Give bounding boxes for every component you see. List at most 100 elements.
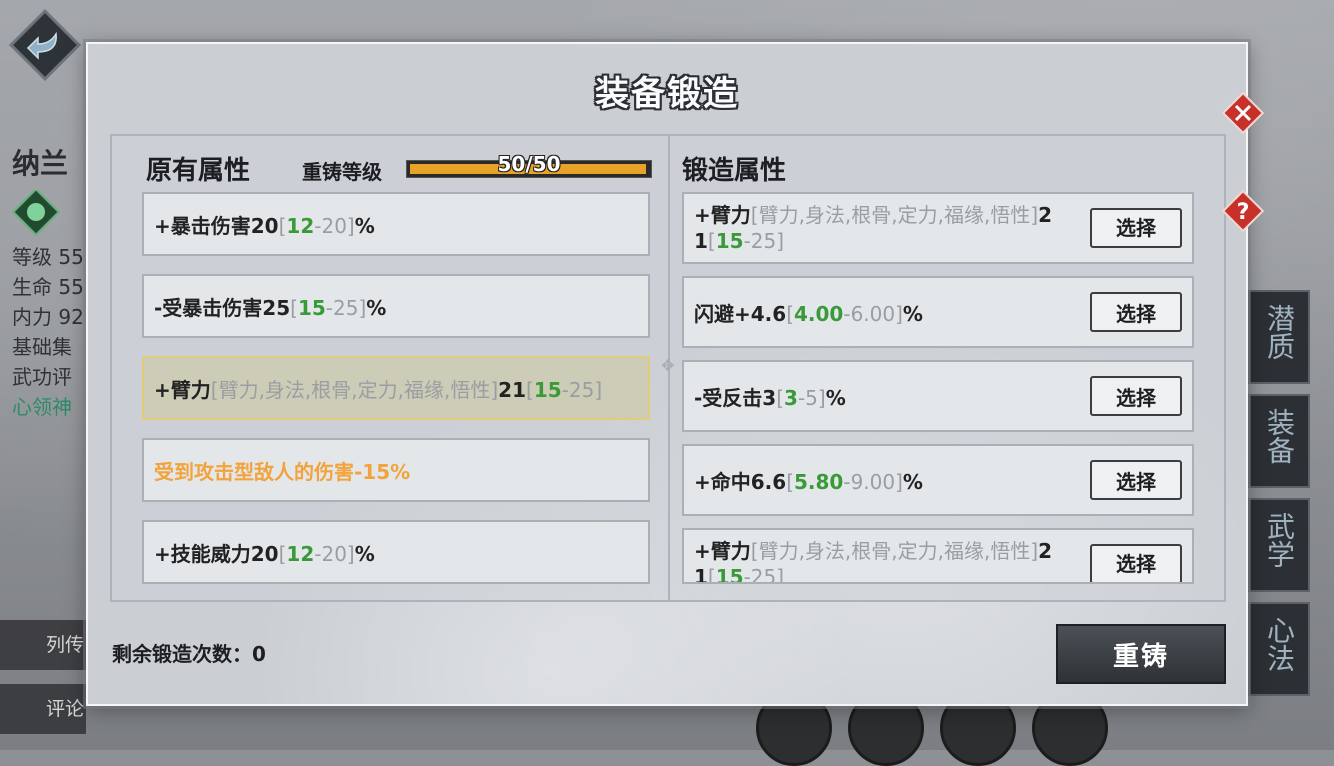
range-max: 9.00 [850,469,896,494]
fist-icon [12,190,61,236]
original-attribute[interactable]: +暴击伤害20[12-20]% [142,192,650,256]
forge-dialog: 装备锻造 ✥ 原有属性 重铸等级 50/50 +暴击伤害20[12-20]% -受… [86,42,1248,706]
help-icon[interactable]: ? [1220,188,1266,234]
range-bracket: [ [707,229,716,253]
side-tab-2[interactable]: 武学 [1248,498,1310,592]
attribute-text: +暴击伤害20[12-20]% [154,210,638,239]
range-min: 3 [784,385,798,410]
range-bracket: ] [817,385,826,410]
range-max: 5 [805,385,818,410]
side-tab-label: 心法 [1263,616,1296,672]
attr-value: 2 [1038,539,1053,563]
attr-value: 21 [498,377,527,402]
range-min: 12 [286,541,315,566]
stat-line: 心领神 [12,395,72,419]
attr-prefix: +暴击伤害20 [154,213,279,238]
close-icon[interactable] [1220,90,1266,136]
attr-options: [臂力,身法,根骨,定力,福缘,悟性] [750,539,1039,563]
tab-comments[interactable]: 评论 [0,684,86,734]
range-bracket: [ [786,301,794,326]
range-dash: - [325,295,334,320]
range-bracket: ] [346,541,355,566]
attribute-text: 受到攻击型敌人的伤害-15% [154,456,638,485]
forge-attribute: +臂力[臂力,身法,根骨,定力,福缘,悟性]2 1[15-25] 选择 [682,528,1194,584]
attribute-text: +臂力[臂力,身法,根骨,定力,福缘,悟性]21[15-25] [154,374,638,403]
range-max: 25 [750,565,777,584]
recast-level-bar: 50/50 [406,152,652,178]
forge-attribute: -受反击3[3-5]% 选择 [682,360,1194,432]
range-min: 15 [297,295,326,320]
choose-button[interactable]: 选择 [1090,376,1182,416]
attribute-line: 1[15-25] [694,564,1078,584]
stat-line: 生命 55 [12,275,84,299]
range-max: 20 [321,213,347,238]
forge-attribute: 闪避+4.6[4.00-6.00]% 选择 [682,276,1194,348]
side-tab-3[interactable]: 心法 [1248,602,1310,696]
back-arrow-icon[interactable] [8,8,82,82]
range-max: 25 [750,229,777,253]
side-tab-bar: 潜质 装备 武学 心法 [1248,290,1310,706]
attr-value: 1 [694,565,708,584]
attr-options: [臂力,身法,根骨,定力,福缘,悟性] [210,377,499,402]
range-dash: - [743,565,751,584]
attribute-text: -受暴击伤害25[15-25]% [154,292,638,321]
forge-attribute: +臂力[臂力,身法,根骨,定力,福缘,悟性]2 1[15-25] 选择 [682,192,1194,264]
stat-line: 等级 55 [12,245,84,269]
range-bracket: [ [526,377,534,402]
choose-button[interactable]: 选择 [1090,208,1182,248]
range-min: 4.00 [794,301,844,326]
attr-prefix: +命中6.6 [694,469,787,494]
range-bracket: ] [594,377,603,402]
range-bracket: ] [895,469,903,494]
range-bracket: ] [895,301,903,326]
range-min: 15 [715,229,744,253]
range-dash: - [843,469,851,494]
range-min: 12 [286,213,315,238]
svg-text:?: ? [1237,200,1250,225]
side-tab-label: 装备 [1263,408,1296,464]
attribute-line: 1[15-25] [694,228,1078,254]
character-name: 纳兰 [12,147,69,180]
attr-options: [臂力,身法,根骨,定力,福缘,悟性] [750,203,1039,227]
original-attribute[interactable]: 受到攻击型敌人的伤害-15% [142,438,650,502]
range-max: 25 [333,295,359,320]
range-bracket: [ [786,469,794,494]
choose-button[interactable]: 选择 [1090,460,1182,500]
side-tab-0[interactable]: 潜质 [1248,290,1310,384]
original-heading: 原有属性 [146,156,251,186]
attr-value: 1 [694,229,708,253]
original-attribute[interactable]: +技能威力20[12-20]% [142,520,650,584]
attr-prefix: -受暴击伤害25 [154,295,291,320]
tab-biography[interactable]: 列传 [0,620,86,670]
choose-button[interactable]: 选择 [1090,292,1182,332]
attr-suffix: % [825,385,846,410]
recast-button[interactable]: 重铸 [1056,624,1226,684]
range-dash: - [743,229,751,253]
side-tab-1[interactable]: 装备 [1248,394,1310,488]
range-bracket: ] [776,229,785,253]
original-attribute[interactable]: -受暴击伤害25[15-25]% [142,274,650,338]
range-max: 6.00 [850,301,896,326]
original-attribute[interactable]: +臂力[臂力,身法,根骨,定力,福缘,悟性]21[15-25] [142,356,650,420]
side-tab-label: 武学 [1263,512,1296,568]
attributes-panel: ✥ 原有属性 重铸等级 50/50 +暴击伤害20[12-20]% -受暴击伤害2… [110,134,1226,602]
attr-prefix: +技能威力20 [154,541,279,566]
range-bracket: ] [776,565,785,584]
range-dash: - [843,301,851,326]
range-bracket: [ [290,295,298,320]
attribute-line: +臂力[臂力,身法,根骨,定力,福缘,悟性]2 [694,538,1078,564]
range-dash: - [561,377,569,402]
attr-prefix: +臂力 [694,203,751,227]
range-bracket: [ [707,565,716,584]
attribute-text: +技能威力20[12-20]% [154,538,638,567]
recast-level-label: 重铸等级 [302,160,382,184]
attr-suffix: % [902,469,923,494]
choose-button[interactable]: 选择 [1090,544,1182,582]
stat-line: 内力 92 [12,305,84,329]
forge-attribute: +命中6.6[5.80-9.00]% 选择 [682,444,1194,516]
attr-suffix: % [354,213,375,238]
forge-heading: 锻造属性 [682,156,787,186]
range-min: 15 [533,377,562,402]
special-attribute-text: 受到攻击型敌人的伤害-15% [154,459,411,484]
range-min: 15 [715,565,744,584]
